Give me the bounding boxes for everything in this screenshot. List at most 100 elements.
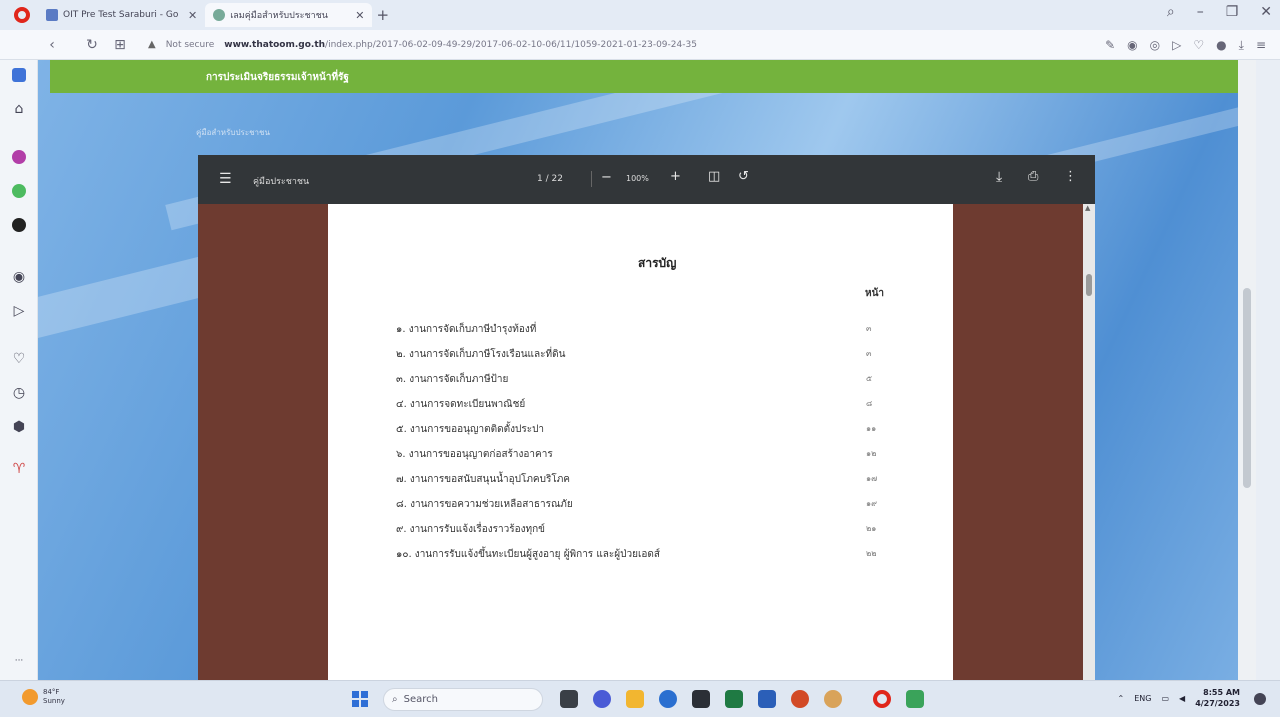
window-controls: ⌕ – ❐ ✕ bbox=[1167, 4, 1272, 20]
heart-icon[interactable]: ♡ bbox=[10, 350, 28, 368]
url-text: www.thatoom.go.th/index.php/2017-06-02-0… bbox=[224, 39, 697, 50]
toc-item-page: ๑๑ bbox=[866, 424, 877, 433]
weather-temp: 84°F bbox=[43, 688, 60, 696]
toc-item-page: ๓ bbox=[866, 349, 872, 358]
tab-title: OIT Pre Test Saraburi - Go bbox=[63, 10, 179, 20]
toc-item-page: ๒๑ bbox=[866, 524, 877, 533]
store-icon[interactable] bbox=[692, 690, 710, 708]
whatsapp-icon[interactable] bbox=[10, 182, 28, 200]
speed-dial-icon[interactable]: ⊞ bbox=[106, 37, 134, 53]
edge-icon[interactable] bbox=[659, 690, 677, 708]
download-icon[interactable]: ⤓ bbox=[1239, 38, 1244, 53]
play-icon[interactable]: ▷ bbox=[1172, 38, 1181, 52]
toc-item-text: ๒. งานการจัดเก็บภาษีโรงเรือนและที่ดิน bbox=[396, 349, 566, 360]
pdf-scrollbar[interactable]: ▲ bbox=[1083, 204, 1095, 680]
home-icon[interactable]: ⌂ bbox=[10, 100, 28, 118]
start-button[interactable] bbox=[352, 691, 368, 707]
zoom-out-button[interactable]: − bbox=[601, 170, 612, 185]
menu-icon[interactable]: ≡ bbox=[1256, 38, 1266, 52]
tab-favicon bbox=[213, 9, 226, 21]
banner-title[interactable]: การประเมินจริยธรรมเจ้าหน้าที่รัฐ bbox=[206, 70, 349, 85]
page-indicator[interactable]: 1 / 22 bbox=[537, 174, 563, 184]
volume-icon[interactable]: ◀ bbox=[1179, 694, 1185, 703]
taskbar-app-icon[interactable] bbox=[824, 690, 842, 708]
more-icon[interactable]: ··· bbox=[10, 652, 28, 670]
fit-page-icon[interactable]: ◫ bbox=[708, 169, 720, 184]
close-window-button[interactable]: ✕ bbox=[1260, 4, 1272, 20]
maximize-button[interactable]: ❐ bbox=[1226, 4, 1239, 20]
reload-button[interactable]: ↻ bbox=[78, 37, 106, 53]
date: 4/27/2023 bbox=[1195, 699, 1240, 708]
taskbar-app-icon[interactable] bbox=[560, 690, 578, 708]
toc-item: ๑. งานการจัดเก็บภาษีบำรุงท้องที่ ๓ bbox=[396, 322, 896, 342]
weather-condition: Sunny bbox=[43, 697, 65, 705]
powerpoint-icon[interactable] bbox=[791, 690, 809, 708]
new-tab-button[interactable]: + bbox=[376, 6, 389, 24]
close-tab-icon[interactable]: ✕ bbox=[188, 9, 197, 22]
taskbar-search[interactable]: ⌕ Search bbox=[383, 688, 543, 711]
messenger-icon[interactable] bbox=[10, 148, 28, 166]
url-field[interactable]: ▲ Not secure www.thatoom.go.th/index.php… bbox=[148, 39, 697, 50]
edit-icon[interactable]: ✎ bbox=[1105, 38, 1115, 52]
toc-item: ๒. งานการจัดเก็บภาษีโรงเรือนและที่ดิน ๓ bbox=[396, 347, 896, 367]
taskbar-app-icon[interactable] bbox=[593, 690, 611, 708]
scrollbar-thumb[interactable] bbox=[1243, 288, 1251, 488]
tab-oit[interactable]: OIT Pre Test Saraburi - Go ✕ bbox=[38, 3, 205, 27]
tab-manual[interactable]: เลมคุ่มือสำหรับประชาชน ✕ bbox=[205, 3, 373, 27]
music-icon[interactable]: ◉ bbox=[10, 268, 28, 286]
toc-item-text: ๑. งานการจัดเก็บภาษีบำรุงท้องที่ bbox=[396, 324, 537, 335]
excel-icon[interactable] bbox=[725, 690, 743, 708]
toc-item-text: ๔. งานการจดทะเบียนพาณิชย์ bbox=[396, 399, 526, 410]
time: 8:55 AM bbox=[1203, 688, 1240, 697]
language-indicator[interactable]: ENG bbox=[1134, 694, 1151, 703]
zoom-level[interactable]: 100% bbox=[626, 174, 649, 183]
minimize-button[interactable]: – bbox=[1197, 4, 1204, 20]
clock[interactable]: 8:55 AM 4/27/2023 bbox=[1195, 687, 1240, 709]
back-button[interactable]: ‹ bbox=[38, 37, 66, 53]
pdf-menu-icon[interactable]: ☰ bbox=[219, 171, 232, 187]
app-icon[interactable] bbox=[10, 216, 28, 234]
workspace-icon[interactable] bbox=[10, 66, 28, 84]
rotate-icon[interactable]: ↺ bbox=[738, 169, 749, 184]
pdf-scrollbar-thumb[interactable] bbox=[1086, 274, 1092, 296]
notification-icon[interactable] bbox=[1254, 693, 1266, 705]
breadcrumb[interactable]: คู่มือสำหรับประชาชน bbox=[196, 126, 270, 139]
network-icon[interactable]: ▭ bbox=[1161, 694, 1169, 703]
opera-icon[interactable] bbox=[873, 690, 891, 708]
pdf-toolbar: ☰ คู่มือประชาชน 1 / 22 − 100% + ◫ ↺ ⤓ ⎙ … bbox=[198, 155, 1095, 204]
toc-item-text: ๕. งานการขออนุญาตติดตั้งประปา bbox=[396, 424, 545, 435]
toc-item-page: ๒๒ bbox=[866, 549, 877, 558]
page-scrollbar[interactable] bbox=[1238, 60, 1256, 680]
search-label: Search bbox=[403, 694, 438, 705]
line-icon[interactable] bbox=[906, 690, 924, 708]
toc-item-page: ๓ bbox=[866, 324, 872, 333]
heart-icon[interactable]: ♡ bbox=[1193, 38, 1204, 52]
more-options-icon[interactable]: ⋮ bbox=[1064, 169, 1077, 184]
extensions-icon[interactable]: ⬢ bbox=[10, 418, 28, 436]
weather-widget[interactable]: 84°F Sunny bbox=[22, 688, 65, 706]
pinboard-icon[interactable]: ♈ bbox=[10, 460, 28, 478]
word-icon[interactable] bbox=[758, 690, 776, 708]
profile-icon[interactable]: ● bbox=[1216, 38, 1226, 52]
scroll-up-icon[interactable]: ▲ bbox=[1085, 204, 1090, 212]
toc-heading: สารบัญ bbox=[638, 256, 677, 270]
file-explorer-icon[interactable] bbox=[626, 690, 644, 708]
search-icon: ⌕ bbox=[392, 694, 398, 705]
warning-icon: ▲ bbox=[148, 39, 156, 50]
show-hidden-icons[interactable]: ⌃ bbox=[1118, 694, 1125, 703]
print-icon[interactable]: ⎙ bbox=[1028, 169, 1038, 184]
pdf-viewer: ☰ คู่มือประชาชน 1 / 22 − 100% + ◫ ↺ ⤓ ⎙ … bbox=[198, 155, 1095, 680]
opera-menu-icon[interactable] bbox=[14, 7, 30, 23]
camera-icon[interactable]: ◉ bbox=[1127, 38, 1137, 52]
download-icon[interactable]: ⤓ bbox=[996, 169, 1002, 185]
vpn-icon[interactable]: ◎ bbox=[1150, 38, 1160, 52]
flow-icon[interactable]: ▷ bbox=[10, 302, 28, 320]
toolbar-icons: ✎ ◉ ◎ ▷ ♡ ● ⤓ ≡ bbox=[1105, 30, 1266, 60]
close-tab-icon[interactable]: ✕ bbox=[355, 9, 364, 22]
search-tabs-icon[interactable]: ⌕ bbox=[1167, 4, 1175, 20]
sun-icon bbox=[22, 689, 38, 705]
toc-item: ๗. งานการขอสนับสนุนน้ำอุปโภคบริโภค ๑๗ bbox=[396, 472, 896, 492]
history-icon[interactable]: ◷ bbox=[10, 384, 28, 402]
toc-item-text: ๑๐. งานการรับแจ้งขึ้นทะเบียนผู้สูงอายุ ผ… bbox=[396, 549, 661, 560]
zoom-in-button[interactable]: + bbox=[670, 169, 681, 184]
